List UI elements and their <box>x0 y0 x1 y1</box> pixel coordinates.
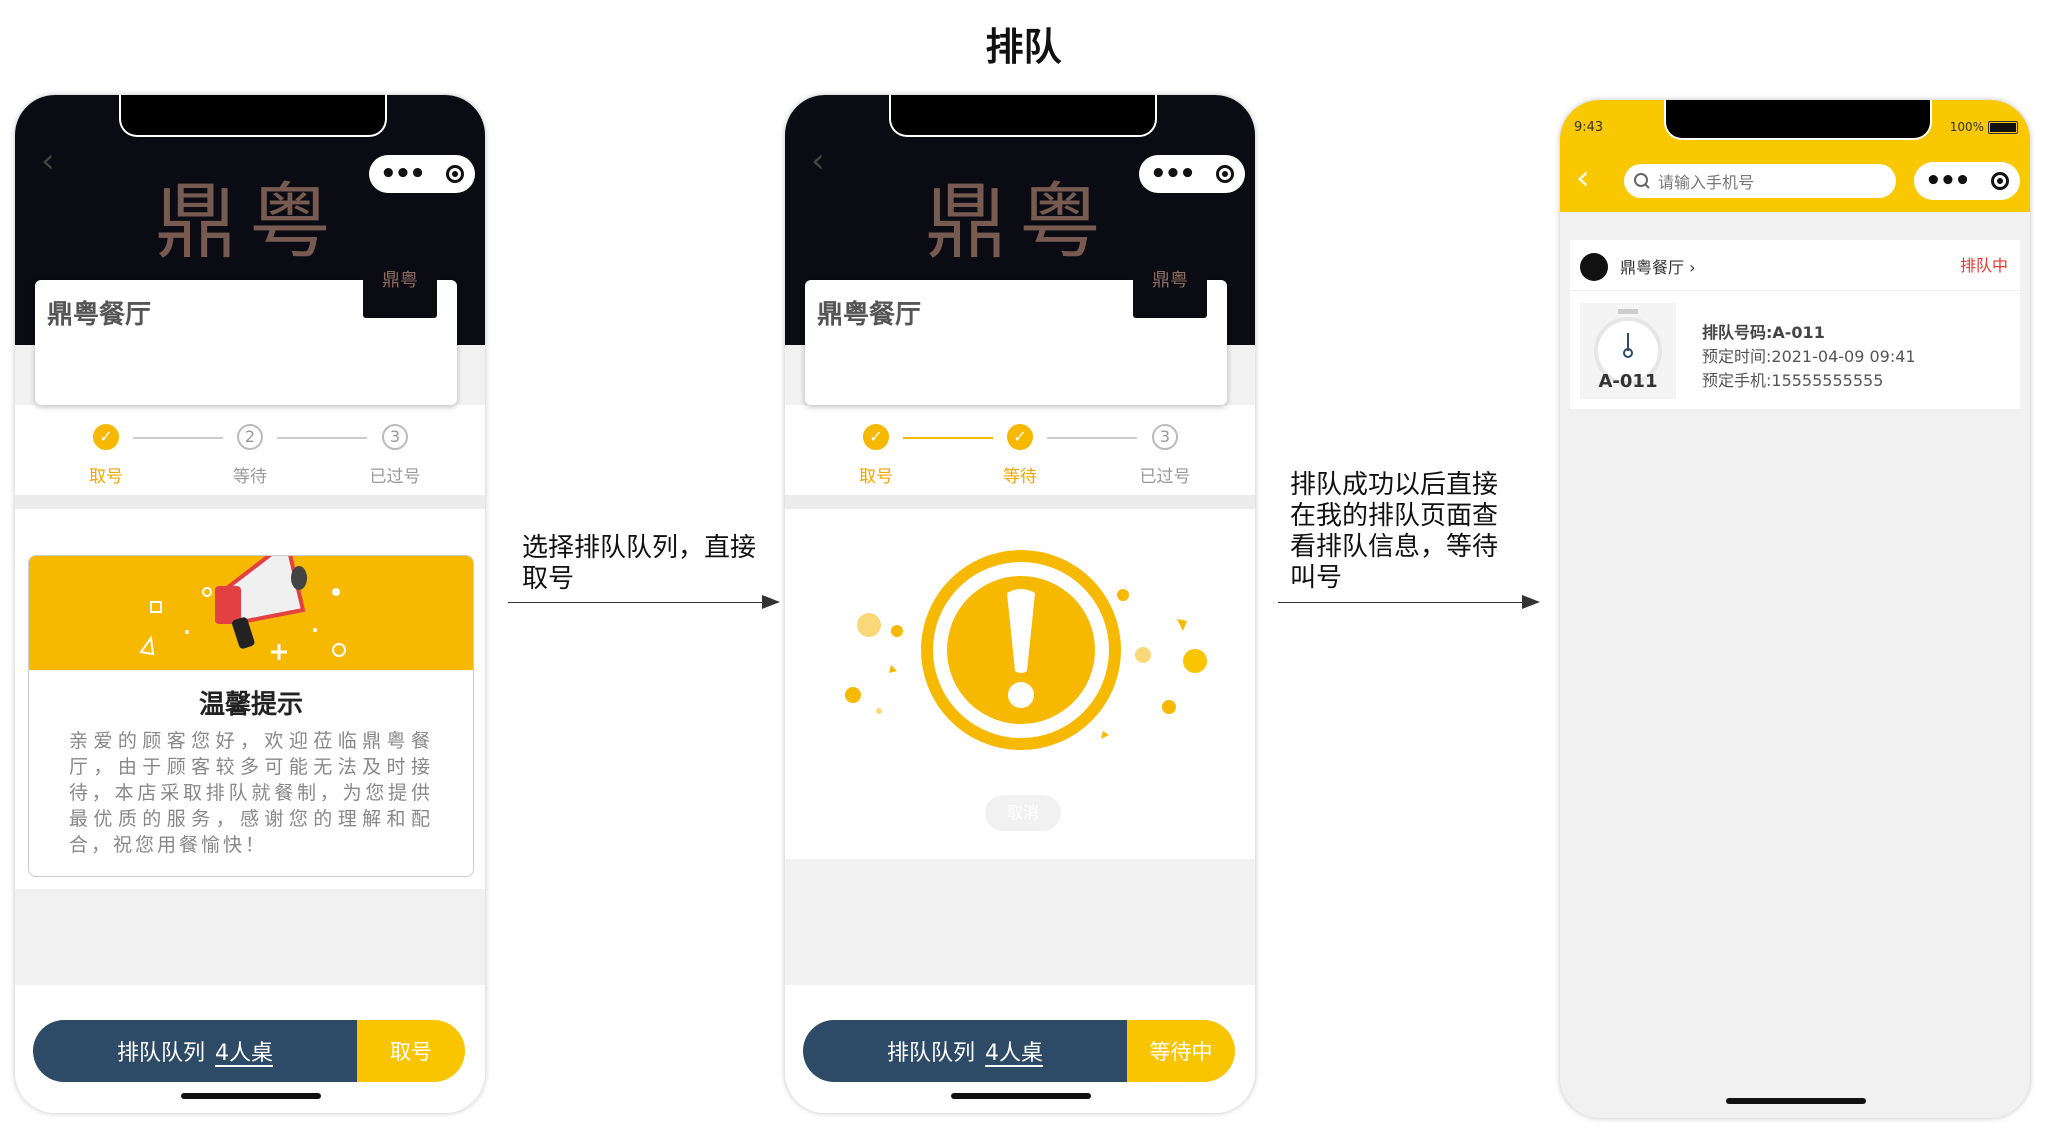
close-target-icon[interactable] <box>1990 172 2009 190</box>
miniapp-capsule[interactable]: ••• <box>1914 162 2020 200</box>
arrow-head-icon <box>762 595 780 609</box>
close-target-icon[interactable] <box>445 165 464 183</box>
restaurant-avatar <box>1580 253 1608 281</box>
ticket-code: A-011 <box>1598 371 1658 392</box>
home-indicator <box>181 1093 321 1099</box>
status-time: 9:43 <box>1574 120 1604 135</box>
check-icon: ✓ <box>1007 424 1033 450</box>
battery-icon <box>1988 120 2018 134</box>
queue-ticket-card[interactable]: A-011 排队号码:A-011 预定时间:2021-04-09 09:41 预… <box>1570 291 2020 409</box>
search-input[interactable]: 请输入手机号 <box>1624 164 1896 198</box>
phone-notch <box>889 95 1157 137</box>
megaphone-icon <box>139 556 346 660</box>
step-missed: 3 已过号 <box>350 424 440 487</box>
miniapp-capsule[interactable]: ••• <box>1139 155 1245 193</box>
restaurant-name: 鼎粤餐厅 <box>47 300 152 330</box>
alert-exclamation-icon <box>845 550 1207 750</box>
annotation-step1: 选择排队队列，直接取号 <box>522 533 757 594</box>
step-wait: 2 等待 <box>205 424 295 487</box>
annotation-step2: 排队成功以后直接在我的排队页面查看排队信息，等待叫号 <box>1290 470 1499 593</box>
brand-logo-text: 鼎粤 <box>925 175 1114 270</box>
phone-my-queue: 9:43 100% ‹ 请输入手机号 ••• 鼎粤餐厅 › 排队中 A-011 … <box>1560 100 2030 1118</box>
tip-body: 亲爱的顾客您好，欢迎莅临鼎粤餐厅，由于顾客较多可能无法及时接待，本店采取排队就餐… <box>69 730 433 856</box>
check-icon: ✓ <box>863 424 889 450</box>
page-title: 排队 <box>985 25 1062 69</box>
queue-table-size[interactable]: 4人桌 <box>215 1035 273 1067</box>
restaurant-link[interactable]: 鼎粤餐厅 › <box>1620 254 1696 278</box>
more-dots-icon[interactable]: ••• <box>380 161 426 187</box>
back-arrow-icon[interactable]: ‹ <box>1576 158 1590 198</box>
queue-status-badge: 排队中 <box>1959 256 2008 275</box>
flow-arrow <box>508 602 770 603</box>
waiting-status-button[interactable]: 等待中 <box>1127 1020 1235 1082</box>
phone-waiting: 鼎粤 ‹ ••• 鼎粤餐厅 鼎粤 ✓ 取号 ✓ 等待 3 已过号 取消 排队队列… <box>785 95 1255 1113</box>
queue-card-header[interactable]: 鼎粤餐厅 › 排队中 <box>1570 240 2020 291</box>
restaurant-info-card: 鼎粤餐厅 鼎粤 <box>35 244 457 405</box>
take-number-button[interactable]: 取号 <box>357 1020 465 1082</box>
home-indicator <box>951 1093 1091 1099</box>
phone-notch <box>119 95 387 137</box>
reserve-phone: 预定手机:15555555555 <box>1702 371 1884 390</box>
more-dots-icon[interactable]: ••• <box>1150 161 1196 187</box>
tip-banner <box>29 556 473 670</box>
brand-logo-text: 鼎粤 <box>155 175 344 270</box>
miniapp-capsule[interactable]: ••• <box>369 155 475 193</box>
back-arrow-icon[interactable]: ‹ <box>41 141 55 181</box>
queue-table-size[interactable]: 4人桌 <box>985 1035 1043 1067</box>
flow-arrow <box>1278 602 1530 603</box>
arrow-head-icon <box>1522 595 1540 609</box>
step-missed: 3 已过号 <box>1120 424 1210 487</box>
queue-selector[interactable]: 排队队列 4人桌 <box>33 1020 357 1082</box>
more-dots-icon[interactable]: ••• <box>1925 168 1971 194</box>
search-icon <box>1634 173 1650 189</box>
restaurant-info-card: 鼎粤餐厅 鼎粤 <box>805 244 1227 405</box>
warm-tip-card: 温馨提示 亲爱的顾客您好，欢迎莅临鼎粤餐厅，由于顾客较多可能无法及时接待，本店采… <box>28 555 474 877</box>
cancel-button[interactable]: 取消 <box>985 795 1061 831</box>
step-take-number: ✓ 取号 <box>831 424 921 487</box>
close-target-icon[interactable] <box>1215 165 1234 183</box>
phone-notch <box>1664 100 1932 140</box>
phone-take-number: 鼎粤 ‹ ••• 鼎粤餐厅 鼎粤 ✓ 取号 2 等待 3 已过号 温馨提示 亲爱… <box>15 95 485 1113</box>
restaurant-logo: 鼎粤 <box>1133 244 1207 318</box>
battery-status: 100% <box>1950 120 2018 134</box>
step-wait: ✓ 等待 <box>975 424 1065 487</box>
restaurant-name: 鼎粤餐厅 <box>817 300 922 330</box>
chevron-right-icon: › <box>1689 258 1696 277</box>
step-take-number: ✓ 取号 <box>61 424 151 487</box>
home-indicator <box>1726 1098 1866 1104</box>
restaurant-logo: 鼎粤 <box>363 244 437 318</box>
queue-number: 排队号码:A-011 <box>1702 323 1825 342</box>
tip-title: 温馨提示 <box>198 690 303 720</box>
queue-action-bar: 排队队列 4人桌 取号 <box>33 1020 465 1082</box>
queue-selector[interactable]: 排队队列 4人桌 <box>803 1020 1127 1082</box>
reserve-time: 预定时间:2021-04-09 09:41 <box>1702 347 1916 366</box>
back-arrow-icon[interactable]: ‹ <box>811 141 825 181</box>
check-icon: ✓ <box>93 424 119 450</box>
queue-action-bar: 排队队列 4人桌 等待中 <box>803 1020 1235 1082</box>
